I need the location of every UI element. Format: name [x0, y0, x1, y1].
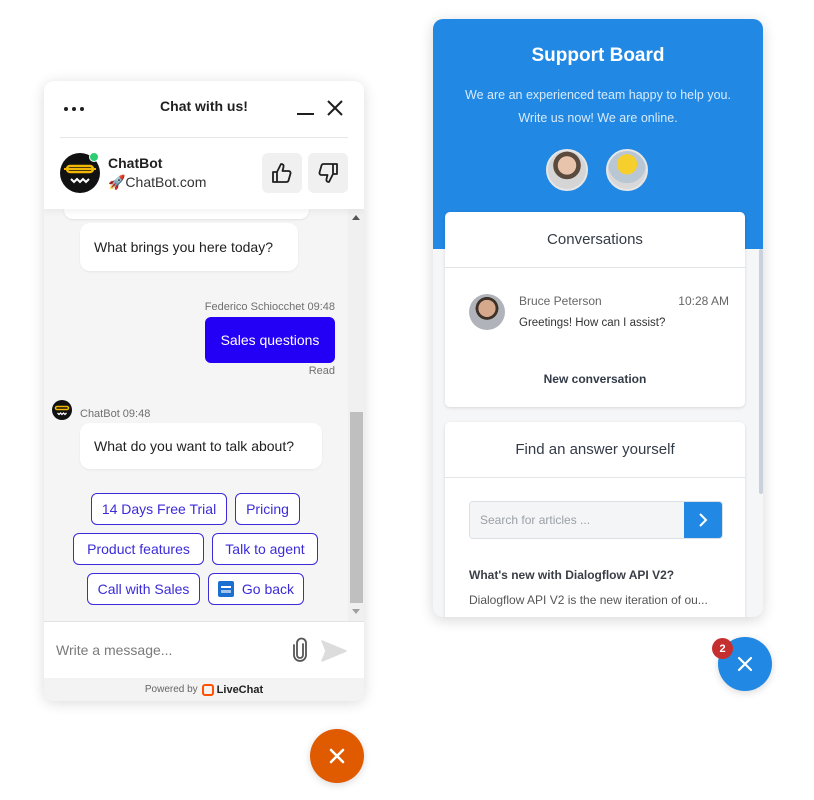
livechat-header: Chat with us! ChatBot 🚀ChatBot.com: [44, 81, 364, 209]
chat-title: Chat with us!: [160, 98, 248, 114]
livechat-topbar: Chat with us!: [44, 81, 364, 137]
article-search-input[interactable]: [470, 502, 684, 538]
quick-reply-pricing[interactable]: Pricing: [235, 493, 300, 525]
conversation-time: 10:28 AM: [678, 294, 729, 308]
user-message: Sales questions: [205, 317, 335, 363]
article-search-button[interactable]: [684, 502, 722, 538]
powered-by-footer: Powered by LiveChat: [44, 678, 364, 701]
read-status: Read: [308, 365, 335, 377]
bot-message: What brings you here today?: [80, 223, 298, 271]
supportboard-title: Support Board: [531, 45, 665, 66]
close-icon: [329, 748, 345, 764]
rate-bad-button[interactable]: [308, 153, 348, 193]
rate-good-button[interactable]: [262, 153, 302, 193]
message-meta: Federico Schiocchet 09:48: [204, 301, 335, 313]
bot-message: What do you want to talk about?: [80, 423, 322, 469]
message-text: What brings you here today?: [94, 239, 273, 255]
close-button[interactable]: [324, 97, 346, 119]
article-excerpt: Dialogflow API V2 is the new iteration o…: [469, 593, 708, 607]
back-icon: [217, 581, 234, 597]
online-status-dot: [89, 152, 99, 162]
supportboard-subtitle-2: Write us now! We are online.: [518, 111, 678, 125]
agent-avatar: [546, 149, 588, 191]
livechat-widget: Chat with us! ChatBot 🚀ChatBot.com What …: [44, 81, 364, 701]
article-title[interactable]: What's new with Dialogflow API V2?: [469, 568, 674, 582]
articles-card: Find an answer yourself What's new with …: [445, 422, 745, 617]
livechat-logo-icon: [201, 683, 214, 696]
conversation-item[interactable]: Bruce Peterson 10:28 AM Greetings! How c…: [469, 294, 729, 344]
supportboard-scrollbar[interactable]: [759, 249, 763, 494]
quick-reply-label: Go back: [241, 581, 295, 597]
agent-subtitle: 🚀ChatBot.com: [108, 174, 207, 190]
agent-avatar: [606, 149, 648, 191]
scroll-down-arrow[interactable]: [352, 609, 360, 614]
powered-by-text: Powered by: [144, 684, 198, 695]
close-icon: [737, 656, 753, 672]
quick-reply-product-features[interactable]: Product features: [73, 533, 204, 565]
header-divider: [60, 137, 348, 138]
send-button[interactable]: [320, 639, 348, 663]
send-icon: [321, 640, 347, 662]
message-meta: ChatBot 09:48: [80, 408, 151, 420]
previous-message-bubble: [64, 209, 309, 219]
attach-file-button[interactable]: [290, 637, 310, 663]
supportboard-widget: Support Board We are an experienced team…: [433, 19, 763, 617]
message-list: What brings you here today? Federico Sch…: [44, 209, 364, 621]
minimize-button[interactable]: [294, 97, 316, 119]
livechat-brand-link[interactable]: LiveChat: [201, 683, 264, 696]
conversation-avatar: [469, 294, 505, 330]
scrollbar-thumb[interactable]: [350, 412, 363, 603]
chevron-right-icon: [699, 513, 708, 527]
message-input[interactable]: [56, 636, 276, 664]
brand-name: LiveChat: [216, 683, 264, 696]
message-text: Sales questions: [220, 332, 320, 348]
quick-reply-talk-to-agent[interactable]: Talk to agent: [212, 533, 318, 565]
quick-reply-call-with-sales[interactable]: Call with Sales: [87, 573, 200, 605]
quick-reply-free-trial[interactable]: 14 Days Free Trial: [91, 493, 227, 525]
article-search: [469, 501, 723, 539]
message-scrollbar[interactable]: [348, 209, 364, 621]
quick-reply-go-back[interactable]: Go back: [208, 573, 304, 605]
chatbot-logo-icon: [54, 405, 70, 416]
conversations-card: Conversations Bruce Peterson 10:28 AM Gr…: [445, 212, 745, 407]
close-icon: [327, 100, 343, 116]
livechat-toggle-button[interactable]: [310, 729, 364, 783]
articles-title: Find an answer yourself: [445, 422, 745, 478]
scroll-up-arrow[interactable]: [352, 215, 360, 220]
agent-info: ChatBot 🚀ChatBot.com: [60, 152, 348, 194]
chatbot-mini-avatar: [52, 400, 72, 420]
new-conversation-button[interactable]: New conversation: [445, 372, 745, 386]
conversation-preview: Greetings! How can I assist?: [519, 317, 666, 329]
conversations-title: Conversations: [445, 212, 745, 268]
thumbs-up-icon: [272, 163, 292, 183]
conversation-name: Bruce Peterson: [519, 294, 602, 308]
paperclip-icon: [293, 637, 307, 662]
thumbs-down-icon: [318, 163, 338, 183]
message-composer: [44, 621, 364, 678]
agent-name: ChatBot: [108, 155, 163, 171]
message-text: What do you want to talk about?: [94, 438, 295, 454]
supportboard-subtitle-1: We are an experienced team happy to help…: [465, 88, 731, 102]
notification-badge: 2: [712, 638, 733, 659]
